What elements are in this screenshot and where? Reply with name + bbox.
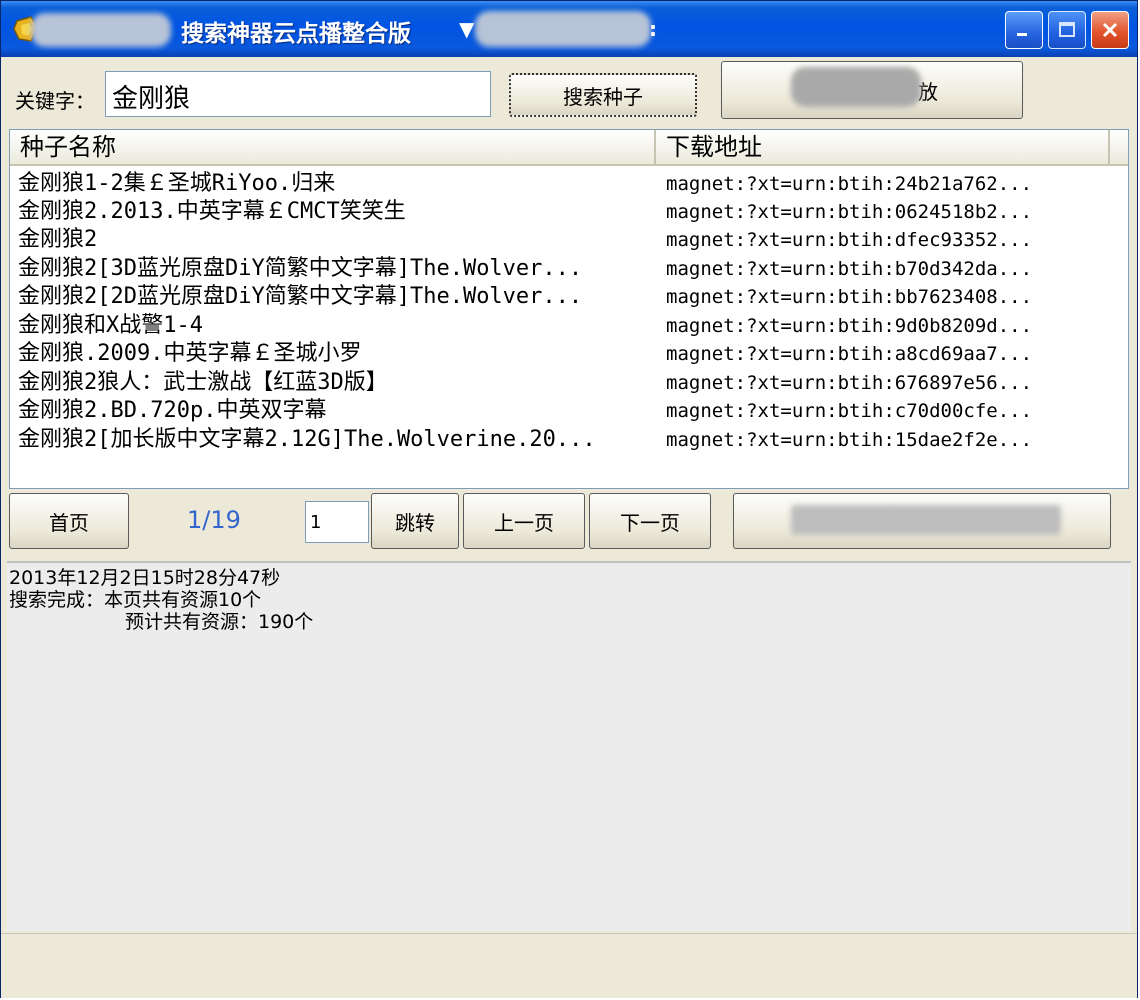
jump-button-label: 跳转 (395, 510, 435, 535)
table-row[interactable]: 金刚狼2 magnet:?xt=urn:btih:dfec93352... (10, 226, 1128, 254)
magnet-link: magnet:?xt=urn:btih:24b21a762... (666, 173, 1033, 195)
play-button-label: 放 (918, 80, 938, 104)
search-torrent-button[interactable]: 搜索种子 (509, 73, 697, 117)
magnet-link: magnet:?xt=urn:btih:676897e56... (666, 372, 1033, 394)
column-header-url[interactable]: 下载地址 (656, 130, 1110, 166)
torrent-name: 金刚狼2[2D蓝光原盘DiY简繁中文字幕]The.Wolver... (18, 284, 583, 309)
table-row[interactable]: 金刚狼1-2集￡圣城RiYoo.归来 magnet:?xt=urn:btih:2… (10, 170, 1128, 198)
redacted-play-label (791, 67, 921, 107)
torrent-name: 金刚狼2[3D蓝光原盘DiY简繁中文字幕]The.Wolver... (18, 256, 583, 281)
page-indicator: 1/19 (187, 506, 241, 534)
next-page-label: 下一页 (620, 510, 680, 535)
log-search-complete: 搜索完成：本页共有资源10个 (9, 589, 262, 611)
magnet-link: magnet:?xt=urn:btih:a8cd69aa7... (666, 343, 1033, 365)
table-row[interactable]: 金刚狼2.2013.中英字幕￡CMCT笑笑生 magnet:?xt=urn:bt… (10, 198, 1128, 226)
table-row[interactable]: 金刚狼2.BD.720p.中英双字幕 magnet:?xt=urn:btih:c… (10, 397, 1128, 425)
jump-button[interactable]: 跳转 (371, 493, 459, 549)
torrent-name: 金刚狼1-2集￡圣城RiYoo.归来 (18, 171, 336, 196)
keyword-input[interactable]: 金刚狼 (105, 71, 491, 117)
table-row[interactable]: 金刚狼2狼人：武士激战【红蓝3D版】 magnet:?xt=urn:btih:6… (10, 369, 1128, 397)
results-list[interactable]: 种子名称 下载地址 金刚狼1-2集￡圣城RiYoo.归来 magnet:?xt=… (9, 129, 1129, 489)
magnet-link: magnet:?xt=urn:btih:bb7623408... (666, 286, 1033, 308)
magnet-link: magnet:?xt=urn:btih:b70d342da... (666, 258, 1033, 280)
close-icon (1102, 22, 1118, 38)
log-estimated-total: 预计共有资源：190个 (125, 611, 314, 633)
table-row[interactable]: 金刚狼.2009.中英字幕￡圣城小罗 magnet:?xt=urn:btih:a… (10, 340, 1128, 368)
log-timestamp: 2013年12月2日15时28分47秒 (9, 567, 281, 589)
prev-page-label: 上一页 (494, 510, 554, 535)
title-tail: : (649, 17, 657, 41)
title-bar[interactable]: 搜索神器云点播整合版 ▼ : (1, 1, 1137, 57)
minimize-icon (1017, 33, 1027, 36)
page-number-input[interactable]: 1 (305, 501, 369, 543)
log-panel: 2013年12月2日15时28分47秒 搜索完成：本页共有资源10个 预计共有资… (7, 561, 1131, 931)
torrent-name: 金刚狼.2009.中英字幕￡圣城小罗 (18, 341, 362, 366)
first-page-label: 首页 (49, 510, 89, 535)
magnet-link: magnet:?xt=urn:btih:dfec93352... (666, 229, 1033, 251)
first-page-button[interactable]: 首页 (9, 493, 129, 549)
title-dropdown-marker: ▼ (459, 17, 475, 41)
page-number-value: 1 (310, 512, 322, 533)
table-row[interactable]: 金刚狼2[3D蓝光原盘DiY简繁中文字幕]The.Wolver... magne… (10, 255, 1128, 283)
magnet-link: magnet:?xt=urn:btih:c70d00cfe... (666, 400, 1033, 422)
app-window: 搜索神器云点播整合版 ▼ : 关键字： 金刚狼 搜索种子 放 种子名称 下载地址… (0, 0, 1138, 998)
column-header-filler (1110, 130, 1128, 166)
column-header-name[interactable]: 种子名称 (10, 130, 656, 166)
minimize-button[interactable] (1005, 11, 1043, 49)
maximize-icon (1059, 22, 1075, 37)
next-page-button[interactable]: 下一页 (589, 493, 711, 549)
magnet-link: magnet:?xt=urn:btih:0624518b2... (666, 201, 1033, 223)
table-row[interactable]: 金刚狼2[加长版中文字幕2.12G]The.Wolverine.20... ma… (10, 426, 1128, 454)
table-row[interactable]: 金刚狼和X战警1-4 magnet:?xt=urn:btih:9d0b8209d… (10, 312, 1128, 340)
redacted-title-version (475, 11, 651, 47)
status-bar (1, 933, 1137, 998)
maximize-button[interactable] (1048, 11, 1086, 49)
torrent-name: 金刚狼2[加长版中文字幕2.12G]The.Wolverine.20... (18, 427, 596, 452)
magnet-link: magnet:?xt=urn:btih:15dae2f2e... (666, 429, 1033, 451)
torrent-name: 金刚狼2.BD.720p.中英双字幕 (18, 398, 327, 423)
torrent-name: 金刚狼和X战警1-4 (18, 313, 203, 338)
magnet-link: magnet:?xt=urn:btih:9d0b8209d... (666, 315, 1033, 337)
keyword-label: 关键字： (15, 89, 95, 113)
window-title: 搜索神器云点播整合版 (181, 21, 411, 47)
table-row[interactable]: 金刚狼2[2D蓝光原盘DiY简繁中文字幕]The.Wolver... magne… (10, 283, 1128, 311)
redacted-title-prefix (31, 13, 171, 47)
search-torrent-button-label: 搜索种子 (563, 84, 643, 109)
torrent-name: 金刚狼2 (18, 227, 98, 252)
keyword-input-value: 金刚狼 (112, 84, 191, 114)
redacted-action-label (791, 505, 1061, 535)
close-button[interactable] (1091, 11, 1129, 49)
torrent-name: 金刚狼2.2013.中英字幕￡CMCT笑笑生 (18, 199, 406, 224)
torrent-name: 金刚狼2狼人：武士激战【红蓝3D版】 (18, 370, 388, 395)
prev-page-button[interactable]: 上一页 (463, 493, 585, 549)
